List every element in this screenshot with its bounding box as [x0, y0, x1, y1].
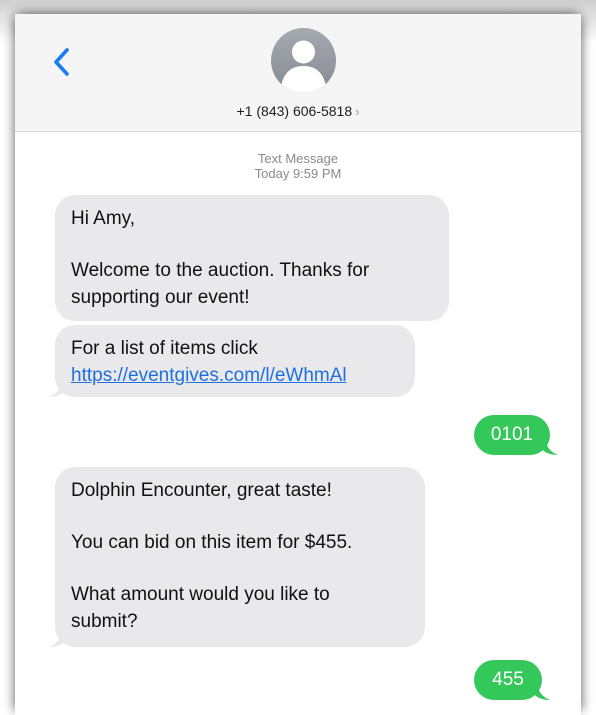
person-silhouette-icon	[281, 40, 326, 93]
message-text: 455	[492, 669, 524, 690]
message-line: You can bid on this item for $455.	[71, 532, 353, 553]
service-label: Text Message	[257, 151, 339, 166]
contact-details-link[interactable]: +1 (843) 606-5818 ›	[15, 103, 581, 119]
bubble-tail	[542, 440, 558, 455]
contact-avatar[interactable]	[271, 28, 336, 93]
message-line: What amount would you like to	[71, 584, 330, 605]
bubble-tail	[49, 382, 65, 397]
outgoing-message-bubble[interactable]: 0101	[474, 415, 550, 455]
auction-items-link[interactable]: https://eventgives.com/l/eWhmAl	[71, 365, 347, 386]
conversation-header: +1 (843) 606-5818 ›	[15, 14, 581, 132]
outgoing-message-bubble[interactable]: 455	[474, 660, 542, 700]
message-line: supporting our event!	[71, 287, 250, 308]
thread-meta: Text Message Today 9:59 PM	[15, 151, 581, 181]
message-line: For a list of items click	[71, 338, 258, 359]
message-line: Welcome to the auction. Thanks for	[71, 260, 370, 281]
bubble-tail	[49, 632, 65, 647]
message-line: submit?	[71, 611, 138, 632]
messages-screen: +1 (843) 606-5818 › Text Message Today 9:…	[15, 14, 581, 715]
contact-name: +1 (843) 606-5818	[236, 103, 353, 119]
message-text: 0101	[490, 424, 534, 445]
bubble-tail	[534, 685, 550, 700]
chevron-left-icon	[54, 48, 69, 76]
back-button[interactable]	[51, 47, 73, 77]
message-line: Dolphin Encounter, great taste!	[71, 480, 332, 501]
message-line: Hi Amy,	[71, 208, 136, 229]
incoming-message-bubble[interactable]: Dolphin Encounter, great taste! You can …	[55, 467, 425, 647]
timestamp: Today 9:59 PM	[254, 166, 342, 181]
chevron-right-icon: ›	[355, 104, 360, 119]
incoming-message-bubble[interactable]: For a list of items click https://eventg…	[55, 325, 415, 397]
incoming-message-bubble[interactable]: Hi Amy, Welcome to the auction. Thanks f…	[55, 195, 449, 321]
